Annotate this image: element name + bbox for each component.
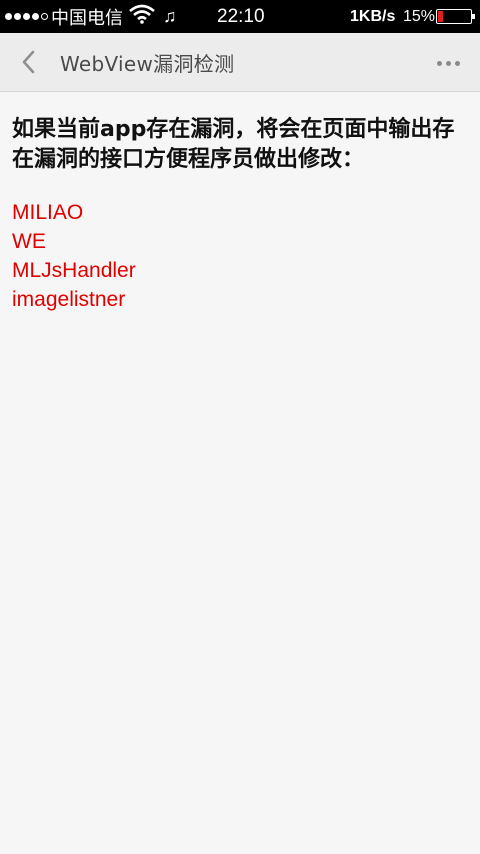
more-horizontal-icon bbox=[436, 60, 442, 66]
battery-icon bbox=[436, 9, 475, 24]
signal-icon bbox=[5, 13, 48, 20]
wifi-icon bbox=[129, 4, 155, 29]
network-speed: 1KB/s bbox=[350, 7, 396, 25]
vulnerable-interface-item: MLJsHandler bbox=[12, 259, 136, 282]
intro-text: 如果当前app存在漏洞，将会在页面中输出存在漏洞的接口方便程序员做出修改： bbox=[12, 117, 455, 172]
page-title: WebView漏洞检测 bbox=[60, 51, 235, 76]
back-button[interactable] bbox=[0, 33, 56, 92]
battery-percent: 15% bbox=[403, 7, 436, 25]
vulnerable-interface-item: imagelistner bbox=[12, 288, 126, 311]
vulnerable-interface-item: WE bbox=[12, 230, 46, 253]
title-bar: WebView漏洞检测 bbox=[0, 33, 480, 92]
battery-level bbox=[438, 11, 443, 22]
status-bar: 中国电信 ♫ 22:10 1KB/s 15% bbox=[0, 0, 480, 33]
carrier-name: 中国电信 bbox=[51, 7, 123, 28]
clock: 22:10 bbox=[217, 5, 265, 27]
vulnerable-interface-item: MILIAO bbox=[12, 201, 84, 224]
webview-content: 如果当前app存在漏洞，将会在页面中输出存在漏洞的接口方便程序员做出修改： MI… bbox=[12, 115, 472, 314]
chevron-left-icon bbox=[22, 50, 35, 74]
more-options-button[interactable] bbox=[432, 53, 464, 73]
vulnerable-interface-list: MILIAO WE MLJsHandler imagelistner bbox=[12, 198, 472, 314]
music-icon: ♫ bbox=[163, 6, 177, 26]
